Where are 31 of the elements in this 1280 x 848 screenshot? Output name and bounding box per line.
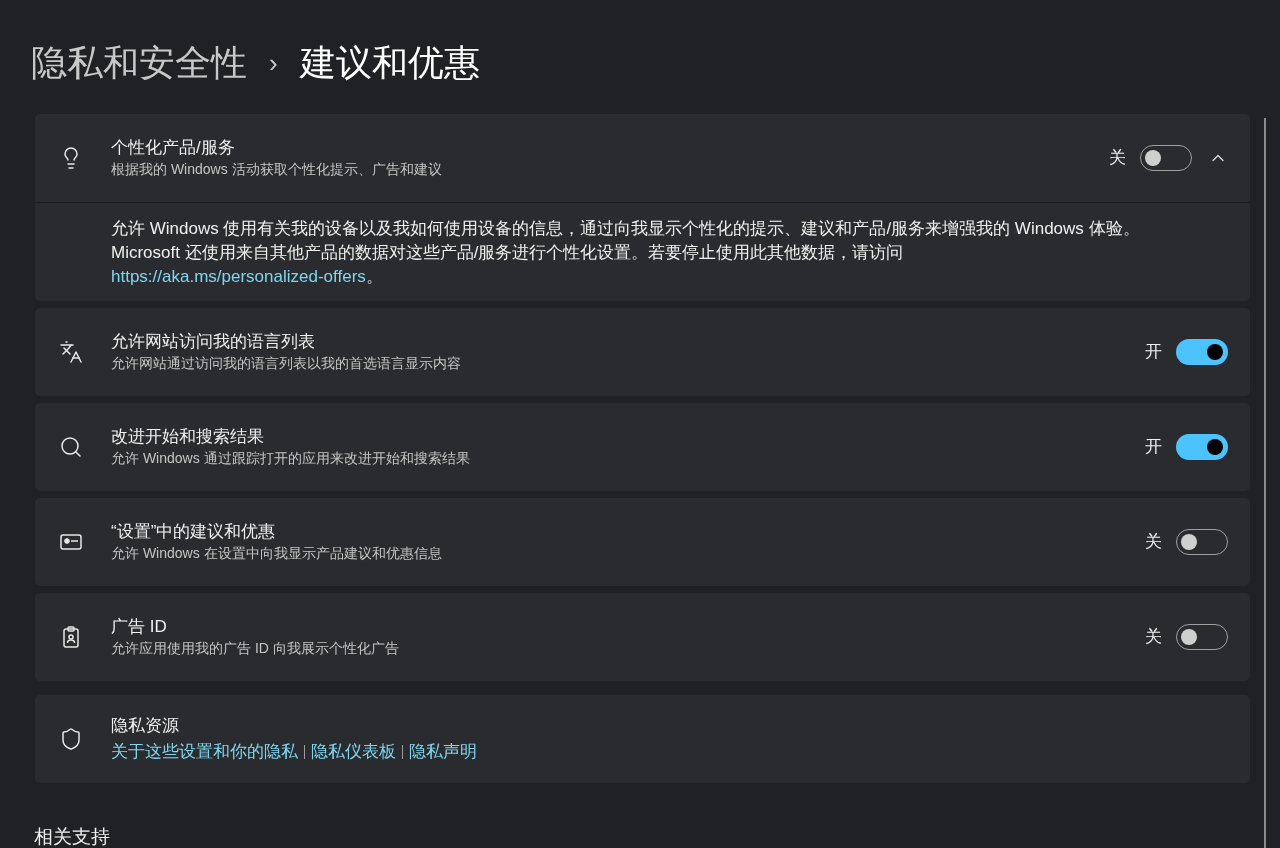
toggle-state-label: 关 [1145,531,1162,554]
breadcrumb-parent[interactable]: 隐私和安全性 [31,36,247,90]
setting-title: 隐私资源 [111,715,180,737]
setting-description: 允许应用使用我的广告 ID 向我展示个性化广告 [111,639,400,658]
toggle-state-label: 开 [1145,436,1162,459]
setting-title: “设置”中的建议和优惠 [111,521,277,543]
language-icon [59,340,83,364]
toggle-state-label: 关 [1145,626,1162,649]
privacy-link[interactable]: 隐私仪表板 [311,741,396,763]
setting-title: 广告 ID [111,616,168,638]
setting-title: 个性化产品/服务 [111,137,236,159]
setting-title: 允许网站访问我的语言列表 [111,331,316,353]
setting-title: 改进开始和搜索结果 [111,426,265,448]
toggle-state-label: 开 [1145,341,1162,364]
privacy-link[interactable]: 关于这些设置和你的隐私 [111,741,298,763]
setting-description: 允许 Windows 通过跟踪打开的应用来改进开始和搜索结果 [111,449,471,468]
details-paragraph: 允许 Windows 使用有关我的设备以及我如何使用设备的信息，通过向我显示个性化的提示、建议和产品/服务来增强我的 Windows 体验。Microsoft 还使用来自其他产品的数据对这些产品/服务进行个性化设置。若要停止使用此其他数据，请访问 https://aka.ms/personalized-offers。 [111,218,1141,288]
setting-description: 允许 Windows 在设置中向我显示产品建议和优惠信息 [111,544,443,563]
scrollbar[interactable] [1264,118,1266,848]
toggle-switch[interactable] [1176,339,1228,365]
offers-link[interactable]: https://aka.ms/personalized-offers [111,267,366,286]
shield-icon [59,727,83,751]
setting-description: 根据我的 Windows 活动获取个性化提示、广告和建议 [111,160,443,179]
toggle-state-label: 关 [1109,147,1126,170]
search-icon [59,435,83,459]
section-heading: 相关支持 [33,825,111,848]
page-title: 建议和优惠 [299,41,480,85]
toggle-switch[interactable] [1176,434,1228,460]
privacy-link[interactable]: 隐私声明 [409,741,477,763]
setting-description: 允许网站通过访问我的语言列表以我的首选语言显示内容 [111,354,462,373]
breadcrumb-separator: › [269,46,278,80]
